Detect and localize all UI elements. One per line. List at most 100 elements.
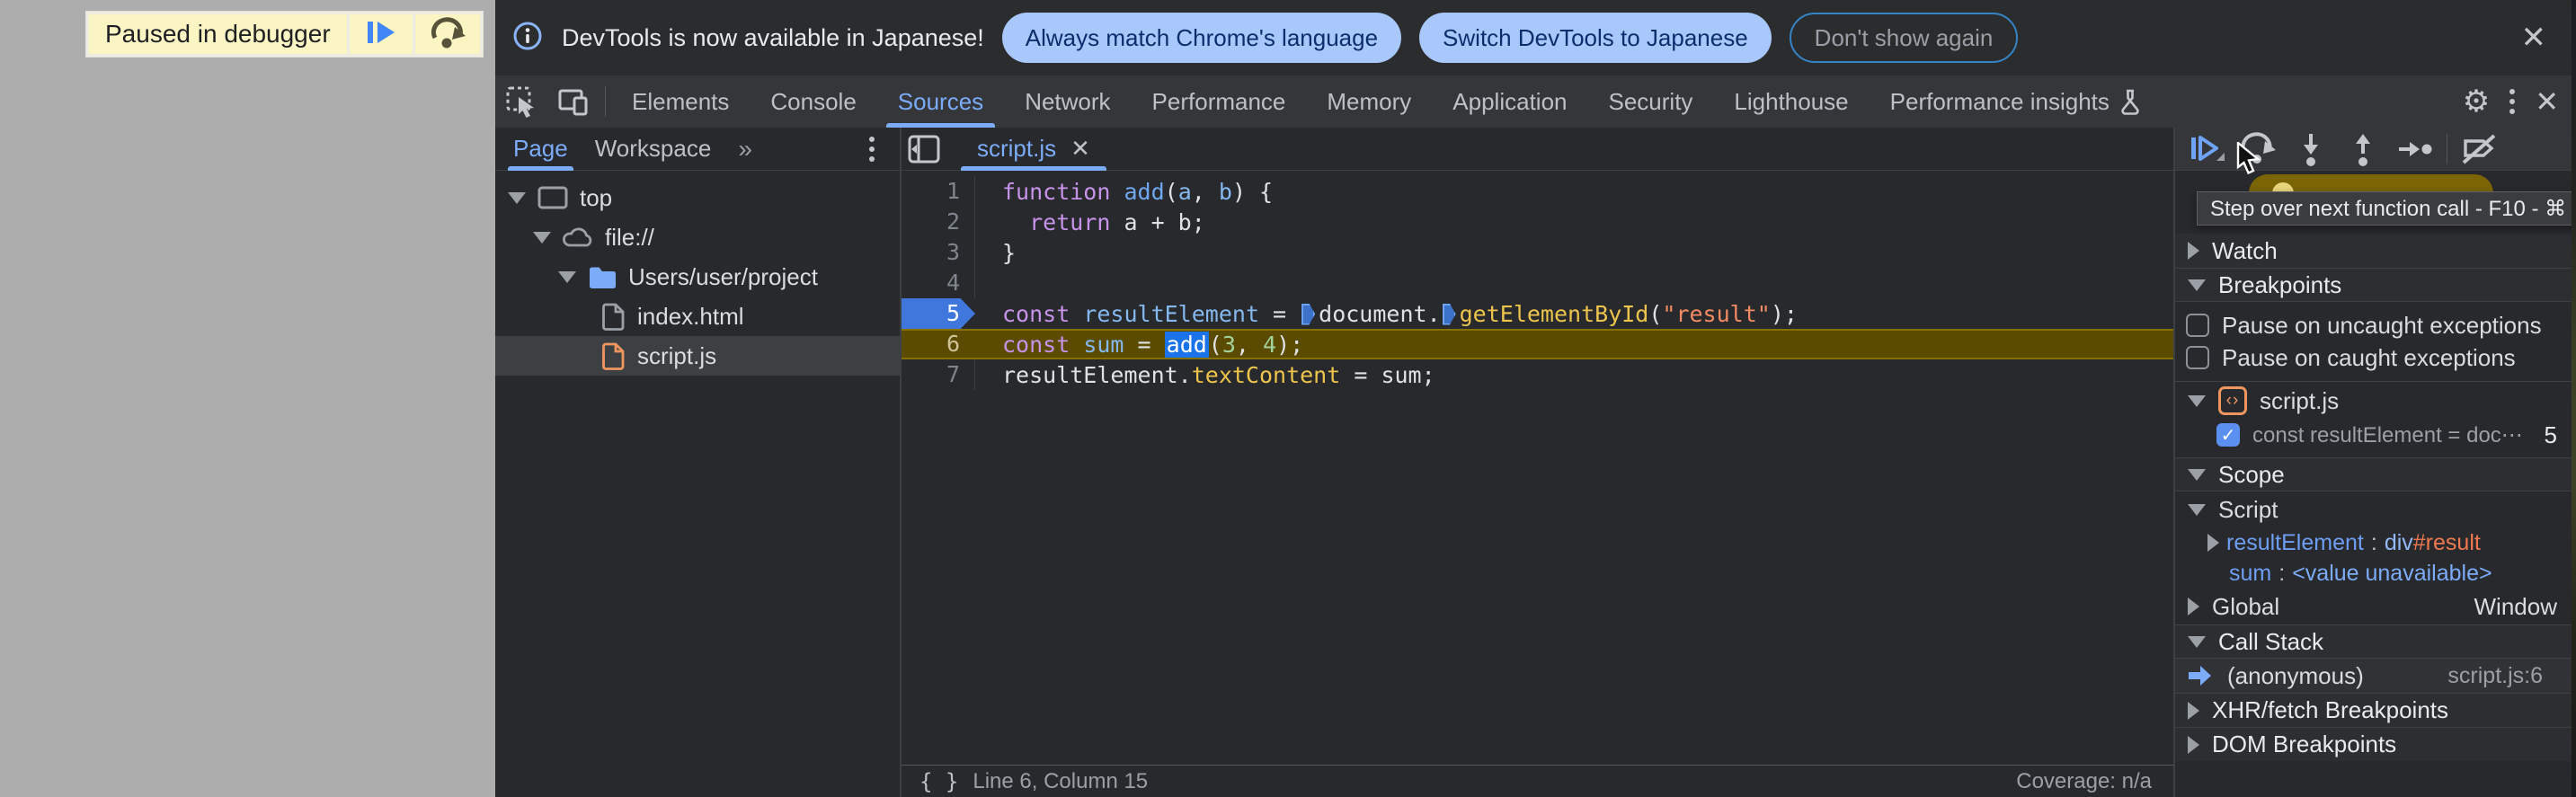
pause-caught-checkbox[interactable] — [2186, 346, 2209, 369]
tab-sources[interactable]: Sources — [877, 75, 1004, 128]
tab-performance[interactable]: Performance — [1132, 75, 1307, 128]
tab-application[interactable]: Application — [1432, 75, 1587, 128]
navigator-tab-workspace[interactable]: Workspace — [595, 128, 712, 171]
devtools-window: DevTools is now available in Japanese! A… — [495, 0, 2572, 797]
script-file-icon — [602, 342, 625, 370]
collapse-icon[interactable] — [2188, 242, 2199, 260]
pretty-print-icon[interactable]: { } — [919, 769, 958, 794]
scope-script-row[interactable]: Script — [2175, 491, 2572, 527]
expand-icon[interactable] — [2188, 598, 2199, 615]
navigator-tab-page[interactable]: Page — [508, 128, 573, 171]
step-icon — [2399, 141, 2432, 156]
breakpoints-section-header[interactable]: Breakpoints — [2175, 268, 2572, 302]
dont-show-again-button[interactable]: Don't show again — [1789, 13, 2019, 63]
paused-in-debugger-banner: Paused in debugger — [85, 11, 484, 58]
tree-item-index-html[interactable]: index.html — [495, 297, 900, 336]
code-line-7: 7 resultElement.textContent = sum; — [902, 359, 2173, 390]
device-toolbar-button[interactable] — [547, 75, 600, 128]
scope-global-row[interactable]: Global Window — [2175, 589, 2572, 624]
tabbar-right-controls: ⚙ ✕ — [2463, 84, 2572, 120]
flask-icon — [2121, 89, 2139, 115]
code-line-5-breakpoint: 5 const resultElement = document. getElem… — [902, 298, 2173, 329]
close-tab-icon[interactable]: ✕ — [1070, 135, 1090, 163]
step-over-page-button[interactable] — [414, 14, 480, 55]
resume-button[interactable] — [2181, 128, 2233, 171]
tab-lighthouse[interactable]: Lighthouse — [1713, 75, 1869, 128]
breakpoint-marker[interactable]: 5 — [902, 298, 975, 329]
infobar-message: DevTools is now available in Japanese! — [562, 23, 984, 51]
tab-performance-insights[interactable]: Performance insights — [1870, 75, 2163, 128]
inline-breakpoint-marker[interactable] — [1442, 303, 1456, 325]
line-number[interactable]: 6 — [902, 329, 975, 359]
breakpoint-source-text: const resultElement = doc⋯ — [2252, 422, 2523, 447]
step-into-button[interactable] — [2285, 128, 2337, 171]
scope-sum-row[interactable]: sum: <value unavailable> — [2175, 558, 2572, 589]
expand-icon[interactable] — [533, 231, 551, 244]
file-tree: top file:// Users/user/project index.htm… — [495, 171, 900, 376]
tab-console[interactable]: Console — [750, 75, 876, 128]
tree-item-script-js[interactable]: script.js — [495, 336, 900, 376]
watch-section-header[interactable]: Watch — [2175, 234, 2572, 268]
step-button[interactable] — [2389, 128, 2441, 171]
expand-icon[interactable] — [558, 270, 576, 283]
expand-icon[interactable] — [2188, 701, 2199, 720]
collapse-icon[interactable] — [2188, 468, 2206, 481]
tab-memory[interactable]: Memory — [1306, 75, 1432, 128]
code-line-1: 1 function add(a, b) { — [902, 176, 2173, 207]
resume-icon — [362, 15, 400, 54]
expand-icon[interactable] — [2207, 534, 2219, 552]
inline-breakpoint-marker[interactable] — [1301, 303, 1316, 325]
collapse-icon[interactable] — [2188, 279, 2206, 291]
code-editor[interactable]: 1 function add(a, b) { 2 return a + b; 3… — [902, 171, 2173, 765]
dom-breakpoints-header[interactable]: DOM Breakpoints — [2175, 727, 2572, 761]
infobar-close-icon[interactable]: ✕ — [2521, 20, 2547, 56]
step-over-icon — [428, 14, 467, 55]
scope-result-element-row[interactable]: resultElement: div#result — [2175, 527, 2572, 558]
tree-item-project-folder[interactable]: Users/user/project — [495, 257, 900, 297]
tab-security[interactable]: Security — [1588, 75, 1714, 128]
expand-icon[interactable] — [2188, 735, 2199, 754]
line-number[interactable]: 4 — [902, 268, 975, 298]
deactivate-breakpoints-button[interactable] — [2453, 128, 2505, 171]
line-number[interactable]: 1 — [902, 176, 975, 207]
tab-elements[interactable]: Elements — [611, 75, 750, 128]
call-stack-section-header[interactable]: Call Stack — [2175, 624, 2572, 659]
breakpoint-entry[interactable]: ✓ const resultElement = doc⋯ 5 — [2175, 418, 2572, 452]
coverage-status: Coverage: n/a — [2016, 768, 2152, 793]
step-over-tooltip: Step over next function call - F10 - ⌘ ' — [2197, 191, 2572, 226]
call-stack-frame[interactable]: (anonymous) script.js:6 — [2175, 659, 2572, 693]
close-devtools-icon[interactable]: ✕ — [2535, 84, 2559, 119]
line-number[interactable]: 7 — [902, 359, 975, 390]
collapse-icon[interactable] — [2188, 394, 2206, 407]
more-options-icon[interactable] — [2509, 89, 2516, 94]
settings-gear-icon[interactable]: ⚙ — [2463, 84, 2490, 120]
expand-icon[interactable] — [508, 191, 526, 204]
xhr-breakpoints-header[interactable]: XHR/fetch Breakpoints — [2175, 693, 2572, 727]
pause-uncaught-checkbox[interactable] — [2186, 314, 2209, 337]
collapse-icon[interactable] — [2188, 635, 2206, 648]
toggle-navigator-button[interactable] — [902, 132, 946, 166]
folder-icon — [590, 267, 616, 288]
tree-item-file-protocol[interactable]: file:// — [495, 217, 900, 257]
breakpoint-file-group[interactable]: ‹› script.js — [2175, 384, 2572, 418]
selected-call-add[interactable]: add — [1164, 331, 1209, 358]
tab-network[interactable]: Network — [1004, 75, 1131, 128]
navigator-menu-icon[interactable] — [869, 136, 875, 142]
switch-to-japanese-button[interactable]: Switch DevTools to Japanese — [1419, 13, 1772, 63]
debugger-sections: Step over next function call - F10 - ⌘ '… — [2175, 171, 2572, 797]
step-out-button[interactable] — [2337, 128, 2389, 171]
scope-section-header[interactable]: Scope — [2175, 457, 2572, 491]
pause-caught-row[interactable]: Pause on caught exceptions — [2175, 341, 2572, 374]
inspect-element-button[interactable] — [495, 75, 547, 128]
collapse-icon[interactable] — [2188, 503, 2206, 516]
step-over-button[interactable] — [2233, 128, 2285, 174]
line-number[interactable]: 2 — [902, 207, 975, 237]
resume-script-button[interactable] — [349, 14, 413, 54]
always-match-language-button[interactable]: Always match Chrome's language — [1001, 13, 1402, 63]
tree-item-top[interactable]: top — [495, 178, 900, 217]
line-number[interactable]: 3 — [902, 237, 975, 268]
editor-tab-script-js[interactable]: script.js ✕ — [959, 128, 1108, 171]
breakpoint-checkbox[interactable]: ✓ — [2216, 423, 2240, 447]
more-tabs-icon[interactable]: » — [738, 135, 752, 164]
pause-uncaught-row[interactable]: Pause on uncaught exceptions — [2175, 309, 2572, 341]
